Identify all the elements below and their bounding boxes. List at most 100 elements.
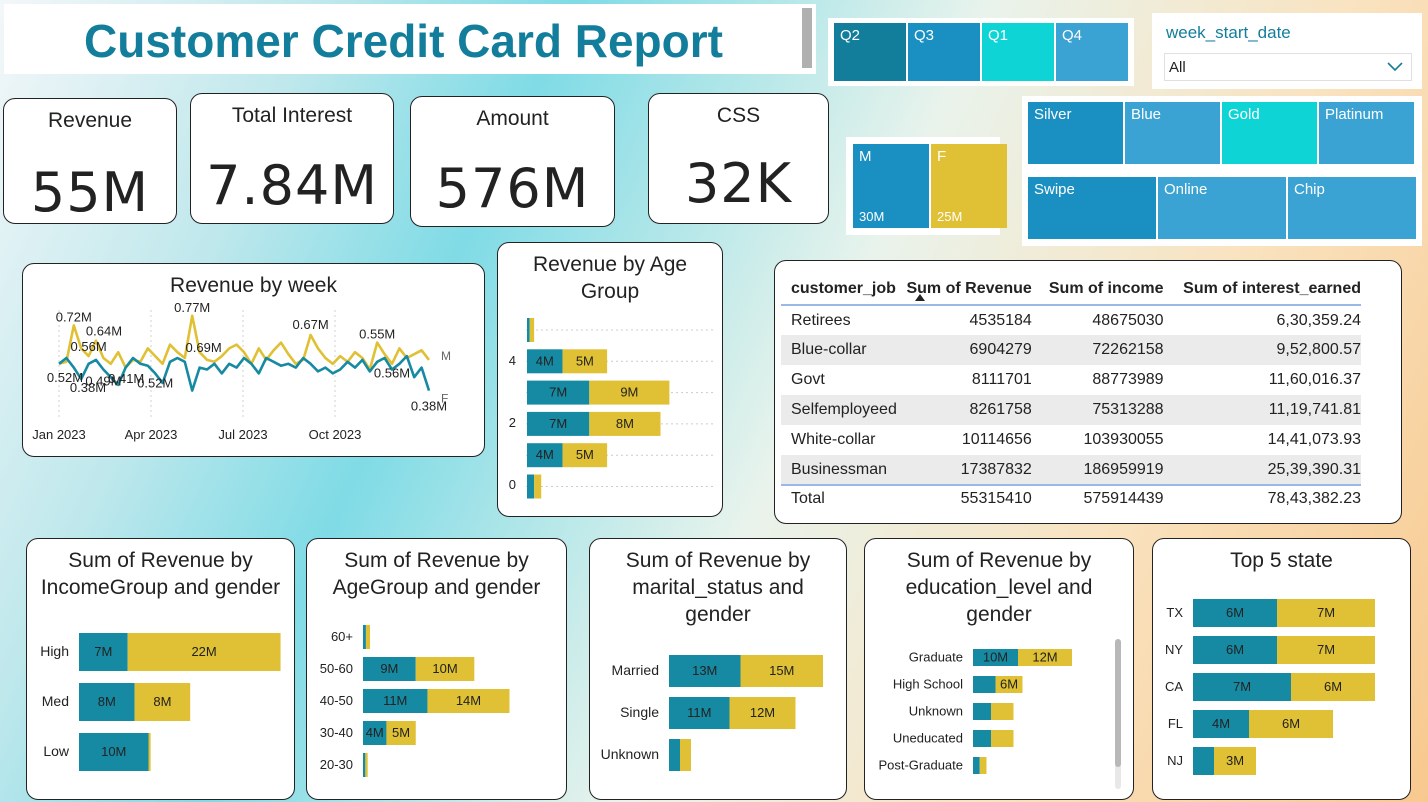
- cell-customer-job: Businessman: [791, 460, 888, 478]
- gender-tile-m[interactable]: M 30M: [853, 144, 929, 228]
- card-category-tile-platinum[interactable]: Platinum: [1319, 102, 1414, 164]
- data-label: 6M: [1282, 716, 1300, 731]
- table-row[interactable]: Businessman 17387832 186959919 25,39,390.31: [781, 455, 1361, 485]
- x-tick-label: Oct 2023: [309, 427, 362, 442]
- quarter-tile-q4[interactable]: Q4: [1056, 23, 1128, 81]
- kpi-card-css: CSS 32K: [648, 93, 829, 224]
- quarter-tile-q1[interactable]: Q1: [982, 23, 1054, 81]
- bar-m: [973, 730, 991, 747]
- data-label: 0.52M: [137, 375, 173, 390]
- week-start-date-dropdown[interactable]: All: [1164, 53, 1412, 81]
- data-label: 4M: [1212, 716, 1230, 731]
- cell-value: 6904279: [969, 341, 1032, 358]
- category-label: 40-50: [320, 693, 353, 708]
- chart-title: Revenue by Age Group: [532, 253, 688, 303]
- use-chip-tile-online[interactable]: Online: [1158, 177, 1286, 239]
- sort-descending-icon[interactable]: [915, 294, 925, 302]
- cell-customer-job: Retirees: [791, 311, 851, 329]
- data-label: 0.38M: [411, 399, 447, 414]
- cell-customer-job: White-collar: [791, 431, 876, 448]
- header-sum-of-interest-earned[interactable]: Sum of interest_earned: [1164, 273, 1361, 305]
- data-label: 15M: [769, 663, 794, 678]
- category-label: 60+: [331, 629, 353, 644]
- scrollbar[interactable]: [1115, 639, 1121, 789]
- cell-value: 11,60,016.37: [1268, 371, 1361, 388]
- page-title: Customer Credit Card Report: [84, 15, 723, 67]
- week-start-date-slicer: week_start_date All: [1152, 13, 1422, 89]
- tile-label: Platinum: [1325, 106, 1384, 123]
- category-label: High: [40, 643, 69, 659]
- tile-label: Online: [1164, 181, 1208, 198]
- marital-status-chart-card: Sum of Revenue by marital_status and gen…: [589, 538, 847, 800]
- age-group-chart: 60+ 50-60 9M 10M 40-50 11M 14M 30-40 4M 5M 20-30: [320, 625, 510, 777]
- gender-tile-f[interactable]: F 25M: [931, 144, 1007, 228]
- bar-f: [529, 318, 535, 342]
- table-header-row: customer_job Sum of Revenue Sum of incom…: [781, 273, 1361, 305]
- use-chip-tile-swipe[interactable]: Swipe: [1028, 177, 1156, 239]
- data-label: 0.38M: [70, 380, 106, 395]
- scrollbar-thumb[interactable]: [1115, 639, 1121, 767]
- use-chip-tile-chip[interactable]: Chip: [1288, 177, 1416, 239]
- category-label: Post-Graduate: [878, 758, 963, 773]
- kpi-value: 55M: [30, 161, 150, 224]
- kpi-label: CSS: [716, 104, 761, 127]
- kpi-value: 576M: [435, 157, 590, 220]
- bar-m: [363, 753, 366, 777]
- cell-value: 25,39,390.31: [1267, 460, 1361, 478]
- card-category-tile-silver[interactable]: Silver: [1028, 102, 1123, 164]
- kpi-label: Total Interest: [231, 104, 353, 127]
- data-label: 8M: [616, 416, 634, 431]
- cell-value: 9,52,800.57: [1276, 341, 1361, 358]
- tile-label: F: [937, 148, 947, 165]
- category-label: Low: [43, 743, 70, 759]
- card-category-tile-gold[interactable]: Gold: [1222, 102, 1317, 164]
- category-label: CA: [1165, 679, 1183, 694]
- table-row[interactable]: Selfemployeed 8261758 75313288 11,19,741.81: [781, 395, 1361, 425]
- header-customer-job[interactable]: customer_job: [781, 273, 901, 305]
- marital-status-chart: Married 13M 15M Single 11M 12M Unknown: [601, 655, 823, 771]
- revenue-by-age-group-chart: 4 2 0 4M 5M 7M 9M 7M 8M 4M 5M: [509, 318, 713, 499]
- data-label: 8M: [153, 694, 171, 709]
- data-label: 11M: [687, 705, 711, 720]
- data-label: 14M: [456, 693, 481, 708]
- kpi-card-amount: Amount 576M: [410, 96, 615, 227]
- customer-job-table-card: customer_job Sum of Revenue Sum of incom…: [774, 260, 1402, 524]
- data-label: 4M: [366, 725, 384, 740]
- data-label: 12M: [1032, 650, 1057, 665]
- category-label: FL: [1168, 716, 1183, 731]
- revenue-by-week-chart: Jan 2023 Apr 2023 Jul 2023 Oct 2023MF0.72M0…: [32, 300, 451, 442]
- data-label: 11M: [383, 693, 407, 708]
- cell-value: 10114656: [961, 431, 1032, 448]
- kpi-label: Revenue: [47, 109, 133, 132]
- bar-f: [979, 757, 987, 774]
- week-start-date-label: week_start_date: [1166, 23, 1291, 42]
- scrollbar[interactable]: [802, 8, 812, 68]
- chevron-down-icon: [1387, 62, 1403, 72]
- category-label: 20-30: [320, 757, 353, 772]
- table-row[interactable]: Blue-collar 6904279 72262158 9,52,800.57: [781, 335, 1361, 365]
- bar-f: [148, 733, 151, 771]
- data-label: 0.72M: [56, 309, 92, 324]
- quarter-tile-q2[interactable]: Q2: [834, 23, 906, 81]
- data-label: 7M: [1317, 642, 1335, 657]
- data-label: 3M: [1226, 753, 1244, 768]
- kpi-value: 32K: [684, 152, 793, 215]
- table-row[interactable]: White-collar 10114656 103930055 14,41,073.9…: [781, 425, 1361, 455]
- quarter-tile-q3[interactable]: Q3: [908, 23, 980, 81]
- tile-label: Blue: [1131, 106, 1162, 123]
- cell-value: 48675030: [1092, 311, 1164, 329]
- table-row[interactable]: Govt 8111701 88773989 11,60,016.37: [781, 365, 1361, 395]
- tile-label: Q4: [1062, 27, 1083, 44]
- header-sum-of-income[interactable]: Sum of income: [1032, 273, 1164, 305]
- card-category-tile-blue[interactable]: Blue: [1125, 102, 1220, 164]
- income-group-chart: High 7M 22M Med 8M 8M Low 10M: [40, 633, 281, 771]
- category-label: Single: [620, 704, 659, 720]
- table-row[interactable]: Retirees 4535184 48675030 6,30,359.24: [781, 305, 1361, 335]
- chart-title: Sum of Revenue by marital_status and gen…: [625, 549, 811, 626]
- bar-m: [527, 474, 535, 499]
- chart-title: Top 5 state: [1230, 549, 1333, 572]
- cell-value: 8261758: [969, 401, 1032, 418]
- kpi-card-total-interest: Total Interest 7.84M: [190, 93, 394, 224]
- bar-f: [534, 474, 542, 499]
- data-label: 6M: [1226, 605, 1244, 620]
